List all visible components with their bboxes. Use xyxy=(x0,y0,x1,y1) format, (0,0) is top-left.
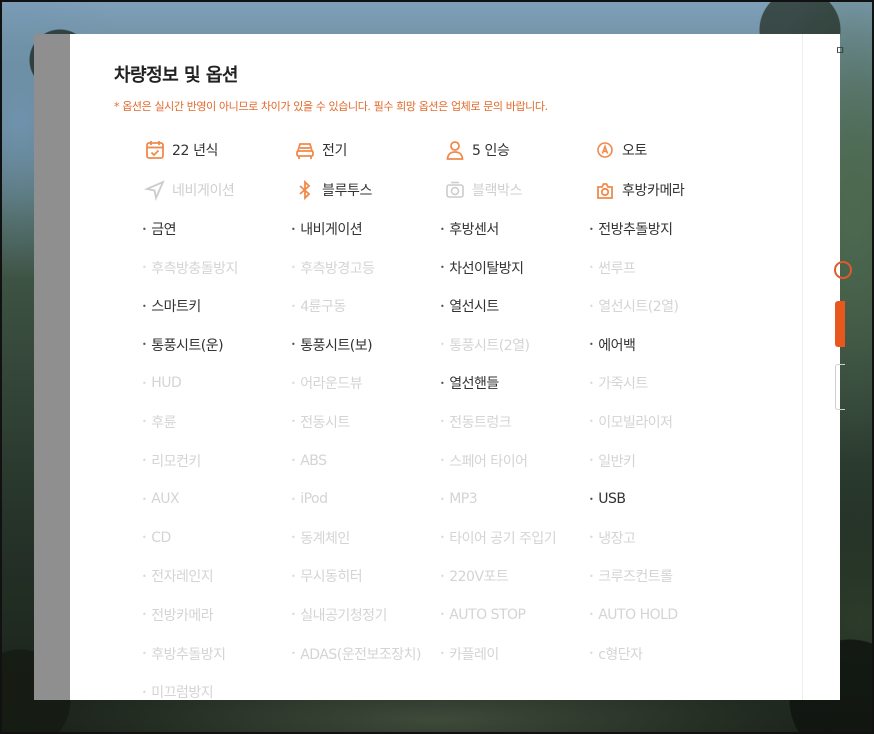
option-item: 열선핸들 xyxy=(440,372,589,394)
option-item: 전동시트 xyxy=(291,411,440,433)
spec-label: 블랙박스 xyxy=(472,183,522,199)
option-item: 타이어 공기 주입기 xyxy=(440,527,589,549)
spec-dashcam: 블랙박스 xyxy=(444,178,594,202)
option-item: 크루즈컨트롤 xyxy=(589,565,738,587)
spec-label: 블루투스 xyxy=(322,183,372,199)
bluetooth-icon xyxy=(299,179,311,201)
spec-label: 후방카메라 xyxy=(622,183,685,199)
option-item: 열선시트(2열) xyxy=(589,295,738,317)
side-panel-circle-icon[interactable] xyxy=(834,261,852,279)
spec-fuel: 전기 xyxy=(294,138,444,162)
option-item: AUX xyxy=(142,488,291,510)
option-item: 전자레인지 xyxy=(142,565,291,587)
navigation-icon xyxy=(144,180,165,201)
option-item: 어라운드뷰 xyxy=(291,372,440,394)
spec-label: 5 인승 xyxy=(472,143,510,159)
option-item: 220V포트 xyxy=(440,565,589,587)
left-overlay-bar xyxy=(34,34,70,700)
option-item: 전동트렁크 xyxy=(440,411,589,433)
side-panel-glyph: ㅁ xyxy=(835,44,846,57)
option-item: c형단자 xyxy=(589,643,738,665)
option-item: 동계체인 xyxy=(291,527,440,549)
rear-camera-icon xyxy=(597,183,613,199)
spec-navigation: 네비게이션 xyxy=(144,178,294,202)
option-item: 통풍시트(2열) xyxy=(440,334,589,356)
option-item: CD xyxy=(142,527,291,549)
option-item: 실내공기청정기 xyxy=(291,604,440,626)
option-item: 후측방경고등 xyxy=(291,257,440,279)
option-item: ADAS(운전보조장치) xyxy=(291,643,440,665)
dashcam-icon xyxy=(446,181,464,198)
option-item: 후륜 xyxy=(142,411,291,433)
option-item: 리모컨키 xyxy=(142,450,291,472)
option-item: 내비게이션 xyxy=(291,218,440,240)
spec-seats: 5 인승 xyxy=(444,138,594,162)
spec-summary: 22 년식 전기 5 인승 오토 네비게이션 블루투스 블랙박스 후방카메라 xyxy=(144,138,744,202)
calendar-check-icon xyxy=(146,141,164,159)
vehicle-info-panel: 차량정보 및 옵션 * 옵션은 실시간 반영이 아니므로 차이가 있을 수 있습… xyxy=(70,34,802,700)
spec-year: 22 년식 xyxy=(144,138,294,162)
spec-rear-camera: 후방카메라 xyxy=(594,178,744,202)
option-item: 카플레이 xyxy=(440,643,589,665)
option-item: 통풍시트(운) xyxy=(142,334,291,356)
option-item: 전방추돌방지 xyxy=(589,218,738,240)
option-item: 썬루프 xyxy=(589,257,738,279)
option-item: 일반키 xyxy=(589,450,738,472)
option-item: 가죽시트 xyxy=(589,372,738,394)
option-item: 후측방충돌방지 xyxy=(142,257,291,279)
option-item: 미끄럼방지 xyxy=(142,681,291,700)
option-item: MP3 xyxy=(440,488,589,510)
spec-transmission: 오토 xyxy=(594,138,744,162)
option-item: 스마트키 xyxy=(142,295,291,317)
spec-label: 전기 xyxy=(322,143,347,159)
auto-transmission-icon xyxy=(597,142,613,158)
option-item: 금연 xyxy=(142,218,291,240)
side-panel-primary-button[interactable] xyxy=(835,301,845,347)
spec-label: 오토 xyxy=(622,143,647,159)
option-item: HUD xyxy=(142,372,291,394)
option-item: USB xyxy=(589,488,738,510)
option-item: 스페어 타이어 xyxy=(440,450,589,472)
spec-label: 네비게이션 xyxy=(172,183,235,199)
option-item: 후방센서 xyxy=(440,218,589,240)
option-item: 통풍시트(보) xyxy=(291,334,440,356)
option-item: ABS xyxy=(291,450,440,472)
side-panel-edge: ㅁ xyxy=(802,34,852,700)
spec-bluetooth: 블루투스 xyxy=(294,178,444,202)
side-panel-secondary-button[interactable] xyxy=(835,364,845,410)
option-item: AUTO STOP xyxy=(440,604,589,626)
option-item: 냉장고 xyxy=(589,527,738,549)
options-notice: * 옵션은 실시간 반영이 아니므로 차이가 있을 수 있습니다. 필수 희망 … xyxy=(114,100,548,113)
option-item: 후방추돌방지 xyxy=(142,643,291,665)
option-item: 차선이탈방지 xyxy=(440,257,589,279)
person-icon xyxy=(446,141,464,160)
option-item: 전방카메라 xyxy=(142,604,291,626)
option-item: AUTO HOLD xyxy=(589,604,738,626)
option-item: 에어백 xyxy=(589,334,738,356)
option-item: 4륜구동 xyxy=(291,295,440,317)
option-item: 무시동히터 xyxy=(291,565,440,587)
option-item: iPod xyxy=(291,488,440,510)
option-item: 이모빌라이저 xyxy=(589,411,738,433)
options-list: 금연내비게이션후방센서전방추돌방지후측방충돌방지후측방경고등차선이탈방지썬루프스… xyxy=(142,218,762,700)
car-front-icon xyxy=(296,143,314,159)
option-item: 열선시트 xyxy=(440,295,589,317)
page-title: 차량정보 및 옵션 xyxy=(114,65,238,86)
spec-label: 22 년식 xyxy=(172,143,219,159)
